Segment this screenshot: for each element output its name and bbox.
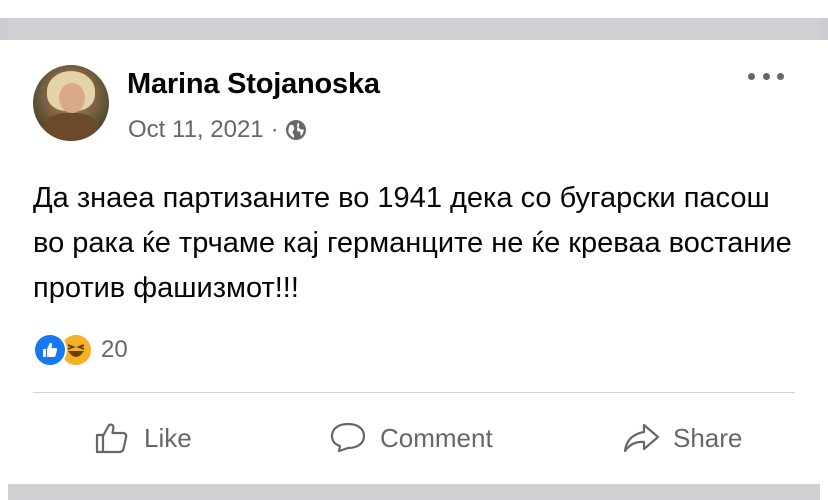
post-date[interactable]: Oct 11, 2021	[128, 116, 264, 144]
post-meta: Oct 11, 2021 ·	[128, 116, 307, 144]
feed-separator-top	[0, 0, 828, 40]
reactions-summary[interactable]: 20	[33, 333, 128, 367]
avatar[interactable]	[33, 65, 109, 141]
like-reaction-icon	[33, 333, 67, 367]
share-label: Share	[673, 422, 743, 453]
author-name[interactable]: Marina Stojanoska	[127, 68, 380, 101]
share-button[interactable]: Share	[621, 410, 742, 466]
action-divider	[33, 392, 795, 393]
post-text: Да знаеа партизаните во 1941 дека со буг…	[33, 182, 792, 304]
meta-separator: ·	[270, 116, 279, 143]
comment-button[interactable]: Comment	[328, 410, 493, 466]
globe-icon	[285, 119, 307, 141]
reaction-count: 20	[101, 336, 128, 363]
thumbs-up-icon	[95, 423, 128, 454]
more-options-icon[interactable]	[748, 68, 784, 84]
feed-separator-bottom	[0, 478, 828, 500]
post-card: Marina Stojanoska Oct 11, 2021 · Да знае…	[0, 40, 828, 478]
like-button[interactable]: Like	[92, 410, 192, 466]
post-actions: Like Comment Share	[0, 410, 828, 466]
share-icon	[623, 423, 660, 453]
comment-label: Comment	[380, 422, 493, 453]
comment-icon	[330, 422, 366, 453]
like-label: Like	[144, 422, 192, 453]
